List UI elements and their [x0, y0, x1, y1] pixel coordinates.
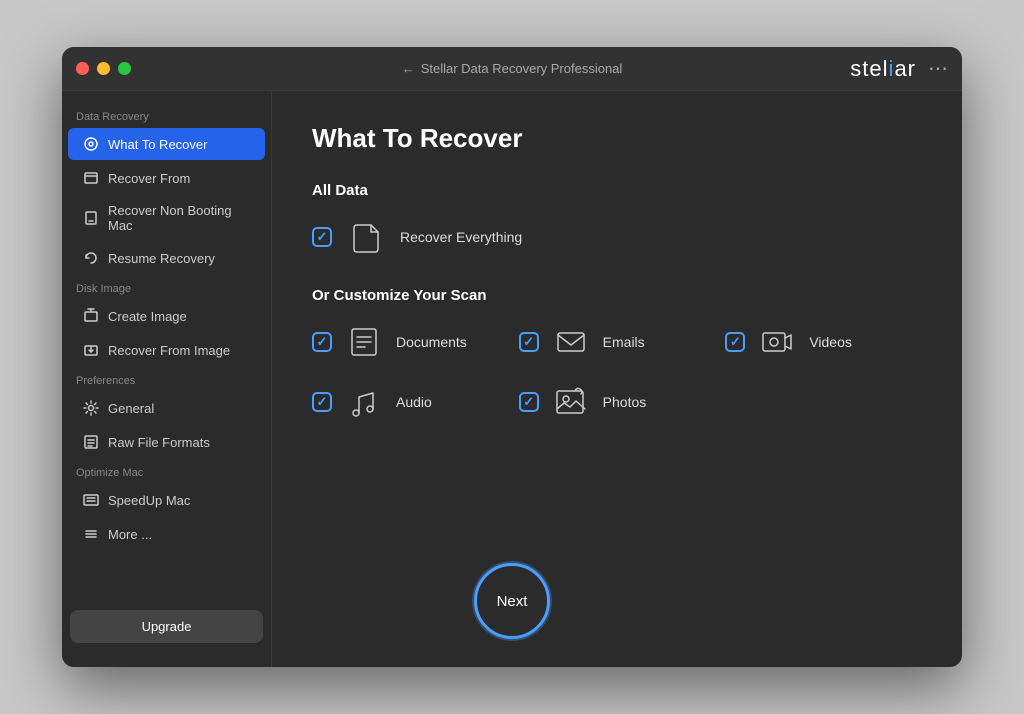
- photos-icon: [551, 382, 591, 422]
- more-icon: [82, 525, 100, 543]
- sidebar-item-label: Recover Non Booting Mac: [108, 203, 251, 233]
- sidebar: Data Recovery What To Recover R: [62, 91, 272, 667]
- logo-accent: i: [889, 56, 895, 81]
- sidebar-item-recover-from[interactable]: Recover From: [68, 162, 265, 194]
- documents-checkbox[interactable]: [312, 332, 332, 352]
- option-photos: Photos: [519, 382, 716, 422]
- emails-checkbox[interactable]: [519, 332, 539, 352]
- sidebar-item-label: Recover From: [108, 171, 190, 186]
- app-title: Stellar Data Recovery Professional: [421, 61, 623, 76]
- recover-from-image-icon: [82, 341, 100, 359]
- page-title: What To Recover: [312, 123, 922, 154]
- recover-everything-icon: [346, 217, 386, 257]
- emails-icon: [551, 322, 591, 362]
- general-icon: [82, 399, 100, 417]
- sidebar-section-disk-image: Disk Image: [62, 275, 271, 299]
- sidebar-bottom: Upgrade: [62, 598, 271, 655]
- recover-everything-row: Recover Everything: [312, 217, 922, 257]
- photos-label: Photos: [603, 394, 647, 410]
- sidebar-item-label: General: [108, 401, 154, 416]
- audio-checkbox[interactable]: [312, 392, 332, 412]
- create-image-icon: [82, 307, 100, 325]
- minimize-button[interactable]: [97, 62, 110, 75]
- videos-checkbox[interactable]: [725, 332, 745, 352]
- all-data-label: All Data: [312, 182, 922, 199]
- recover-from-icon: [82, 169, 100, 187]
- option-documents: Documents: [312, 322, 509, 362]
- raw-file-formats-icon: [82, 433, 100, 451]
- next-button[interactable]: Next: [474, 563, 550, 639]
- option-emails: Emails: [519, 322, 716, 362]
- options-grid: Documents Emails: [312, 322, 922, 422]
- recover-non-booting-icon: [82, 209, 100, 227]
- sidebar-item-raw-file-formats[interactable]: Raw File Formats: [68, 426, 265, 458]
- app-window: ← Stellar Data Recovery Professional ste…: [62, 47, 962, 667]
- traffic-lights: [76, 62, 131, 75]
- menu-icon[interactable]: ⋯: [928, 56, 948, 81]
- sidebar-section-preferences: Preferences: [62, 367, 271, 391]
- recover-everything-checkbox[interactable]: [312, 227, 332, 247]
- documents-icon: [344, 322, 384, 362]
- sidebar-item-label: What To Recover: [108, 137, 207, 152]
- audio-label: Audio: [396, 394, 432, 410]
- resume-recovery-icon: [82, 249, 100, 267]
- maximize-button[interactable]: [118, 62, 131, 75]
- upgrade-button[interactable]: Upgrade: [70, 610, 263, 643]
- sidebar-item-label: More ...: [108, 527, 152, 542]
- photos-checkbox[interactable]: [519, 392, 539, 412]
- what-to-recover-icon: [82, 135, 100, 153]
- sidebar-item-speedup-mac[interactable]: SpeedUp Mac: [68, 484, 265, 516]
- sidebar-item-create-image[interactable]: Create Image: [68, 300, 265, 332]
- sidebar-item-recover-non-booting[interactable]: Recover Non Booting Mac: [68, 196, 265, 240]
- sidebar-item-general[interactable]: General: [68, 392, 265, 424]
- customize-section-label: Or Customize Your Scan: [312, 287, 922, 304]
- documents-label: Documents: [396, 334, 467, 350]
- main-content: What To Recover All Data Recover Everyth…: [272, 91, 962, 667]
- sidebar-item-recover-from-image[interactable]: Recover From Image: [68, 334, 265, 366]
- sidebar-item-what-to-recover[interactable]: What To Recover: [68, 128, 265, 160]
- option-audio: Audio: [312, 382, 509, 422]
- titlebar-title: ← Stellar Data Recovery Professional: [402, 61, 623, 76]
- sidebar-item-label: SpeedUp Mac: [108, 493, 190, 508]
- sidebar-item-more[interactable]: More ...: [68, 518, 265, 550]
- close-button[interactable]: [76, 62, 89, 75]
- sidebar-item-label: Create Image: [108, 309, 187, 324]
- titlebar: ← Stellar Data Recovery Professional ste…: [62, 47, 962, 91]
- audio-icon: [344, 382, 384, 422]
- sidebar-item-resume-recovery[interactable]: Resume Recovery: [68, 242, 265, 274]
- stellar-logo: steliar: [850, 56, 916, 82]
- sidebar-item-label: Recover From Image: [108, 343, 230, 358]
- back-icon: ←: [402, 61, 415, 76]
- sidebar-section-data-recovery: Data Recovery: [62, 103, 271, 127]
- videos-label: Videos: [809, 334, 852, 350]
- option-videos: Videos: [725, 322, 922, 362]
- sidebar-item-label: Raw File Formats: [108, 435, 210, 450]
- sidebar-item-label: Resume Recovery: [108, 251, 215, 266]
- recover-everything-label: Recover Everything: [400, 229, 522, 245]
- titlebar-right: steliar ⋯: [850, 56, 948, 82]
- emails-label: Emails: [603, 334, 645, 350]
- next-button-container: Next: [474, 563, 550, 639]
- videos-icon: [757, 322, 797, 362]
- sidebar-section-optimize-mac: Optimize Mac: [62, 459, 271, 483]
- speedup-mac-icon: [82, 491, 100, 509]
